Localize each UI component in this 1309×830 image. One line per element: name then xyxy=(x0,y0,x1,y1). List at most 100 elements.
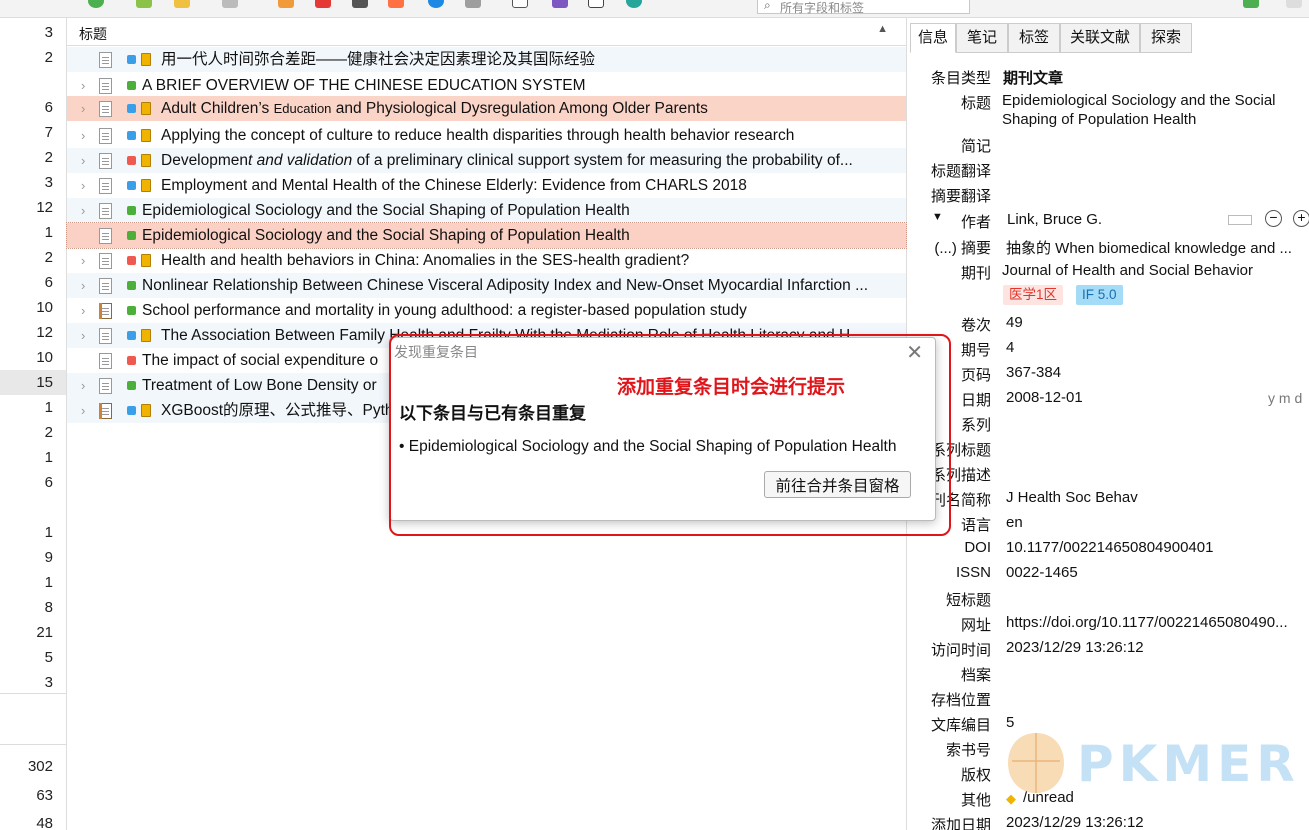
collection-count[interactable]: 302 xyxy=(0,754,53,779)
journal-article-icon xyxy=(99,178,112,194)
expand-chevron-icon[interactable]: › xyxy=(81,198,95,223)
collection-count[interactable]: 15 xyxy=(0,370,66,395)
openai-icon[interactable] xyxy=(352,0,368,8)
field-issn[interactable]: 0022-1465 xyxy=(1006,564,1306,581)
expand-chevron-icon[interactable]: › xyxy=(81,298,95,323)
tag-icon[interactable] xyxy=(512,0,528,8)
item-row[interactable]: › Nonlinear Relationship Between Chinese … xyxy=(67,273,906,298)
collection-count[interactable]: 2 xyxy=(0,245,53,270)
collection-count[interactable]: 3 xyxy=(0,170,53,195)
field-title[interactable]: Epidemiological Sociology and the Social… xyxy=(1002,91,1307,129)
collection-count[interactable]: 9 xyxy=(0,545,53,570)
tab-explore[interactable]: 探索 xyxy=(1140,23,1192,53)
tab-info[interactable]: 信息 xyxy=(910,23,956,53)
collection-count[interactable]: 8 xyxy=(0,595,53,620)
collection-count[interactable]: 21 xyxy=(0,620,53,645)
item-row[interactable]: › Applying the concept of culture to redu… xyxy=(67,123,906,148)
field-language[interactable]: en xyxy=(1006,514,1306,531)
remove-creator-icon[interactable]: − xyxy=(1265,210,1282,227)
item-row[interactable]: › Employment and Mental Health of the Chi… xyxy=(67,173,906,198)
color-tag-icon xyxy=(127,306,136,315)
collection-count[interactable]: 12 xyxy=(0,195,53,220)
new-item-icon[interactable] xyxy=(88,0,104,8)
expand-chevron-icon[interactable]: › xyxy=(81,96,95,121)
expand-chevron-icon[interactable]: › xyxy=(81,323,95,348)
collection-count[interactable] xyxy=(0,70,53,95)
column-header-title[interactable]: 标题 ▲ xyxy=(67,18,906,46)
collection-count[interactable]: 1 xyxy=(0,220,53,245)
field-doi[interactable]: 10.1177/002214650804900401 xyxy=(1006,539,1306,556)
field-issue[interactable]: 4 xyxy=(1006,339,1306,356)
sync-icon[interactable] xyxy=(428,0,444,8)
collection-count[interactable]: 3 xyxy=(0,20,53,45)
collection-count[interactable]: 12 xyxy=(0,320,53,345)
field-label-url[interactable]: 网址 xyxy=(907,614,991,635)
collection-count[interactable]: 3 xyxy=(0,670,53,695)
collection-count[interactable]: 6 xyxy=(0,470,53,495)
item-title: XGBoost的原理、公式推导、Pyth xyxy=(161,402,394,419)
search-input[interactable]: ⌕ 所有字段和标签 xyxy=(757,0,970,15)
tab-tags[interactable]: 标签 xyxy=(1008,23,1060,53)
expand-chevron-icon[interactable]: › xyxy=(81,373,95,398)
history-icon[interactable] xyxy=(588,0,604,8)
add-by-identifier-icon[interactable] xyxy=(136,0,152,8)
expand-chevron-icon[interactable]: › xyxy=(81,273,95,298)
expand-chevron-icon[interactable]: › xyxy=(81,248,95,273)
field-accessed[interactable]: 2023/12/29 13:26:12 xyxy=(1006,639,1306,656)
forward-arrow-icon[interactable] xyxy=(1243,0,1259,8)
collection-count[interactable]: 1 xyxy=(0,570,53,595)
item-row[interactable]: › Epidemiological Sociology and the Socia… xyxy=(67,198,906,223)
tab-related[interactable]: 关联文献 xyxy=(1060,23,1140,53)
item-row[interactable]: Epidemiological Sociology and the Social… xyxy=(66,222,907,249)
expand-chevron-icon[interactable]: › xyxy=(81,148,95,173)
field-volume[interactable]: 49 xyxy=(1006,314,1306,331)
collection-count[interactable]: 10 xyxy=(0,345,53,370)
add-creator-icon[interactable]: + xyxy=(1293,210,1309,227)
field-url[interactable]: https://doi.org/10.1177/00221465080490..… xyxy=(1006,614,1309,631)
collection-count[interactable]: 2 xyxy=(0,420,53,445)
field-label-abstract[interactable]: (...) 摘要 xyxy=(907,237,991,258)
field-item-type[interactable]: 期刊文章 xyxy=(1003,67,1303,88)
field-date[interactable]: 2008-12-01 xyxy=(1006,389,1206,406)
attachment-icon[interactable] xyxy=(222,0,238,8)
new-note-icon[interactable] xyxy=(174,0,190,8)
dropdown-icon[interactable] xyxy=(1286,0,1302,8)
field-journal[interactable]: Journal of Health and Social Behavior xyxy=(1002,262,1302,279)
field-library-catalog[interactable]: 5 xyxy=(1006,714,1306,731)
share-icon[interactable] xyxy=(626,0,642,8)
author-type-toggle[interactable] xyxy=(1228,215,1252,225)
item-row[interactable]: › A BRIEF OVERVIEW OF THE CHINESE EDUCATI… xyxy=(67,73,906,98)
expand-chevron-icon[interactable]: › xyxy=(81,398,95,423)
plugin-icon[interactable] xyxy=(388,0,404,8)
collection-count[interactable]: 5 xyxy=(0,645,53,670)
pdf-icon[interactable] xyxy=(315,0,331,8)
collection-count[interactable]: 1 xyxy=(0,445,53,470)
item-row[interactable]: › Health and health behaviors in China: A… xyxy=(67,248,906,273)
field-pages[interactable]: 367-384 xyxy=(1006,364,1306,381)
collection-count[interactable]: 7 xyxy=(0,120,53,145)
field-journal-abbr[interactable]: J Health Soc Behav xyxy=(1006,489,1306,506)
collection-count[interactable]: 1 xyxy=(0,520,53,545)
collection-count[interactable]: 63 xyxy=(0,783,53,808)
collection-count[interactable]: 6 xyxy=(0,95,53,120)
tab-notes[interactable]: 笔记 xyxy=(956,23,1008,53)
field-author[interactable]: Link, Bruce G. xyxy=(1007,211,1187,228)
item-row[interactable]: › Adult Children’s Education and Physiolo… xyxy=(67,96,906,121)
collection-count[interactable]: 1 xyxy=(0,395,53,420)
item-row[interactable]: › School performance and mortality in you… xyxy=(67,298,906,323)
item-row[interactable]: 用一代人时间弥合差距——健康社会决定因素理论及其国际经验 xyxy=(67,47,906,72)
collection-count[interactable]: 6 xyxy=(0,270,53,295)
expand-chevron-icon[interactable]: › xyxy=(81,123,95,148)
collection-count[interactable]: 10 xyxy=(0,295,53,320)
field-abstract[interactable]: 抽象的 When biomedical knowledge and ... xyxy=(1006,237,1306,258)
collection-count[interactable]: 2 xyxy=(0,45,53,70)
collection-count[interactable]: 48 xyxy=(0,811,53,830)
expand-chevron-icon[interactable]: › xyxy=(81,173,95,198)
pen-icon[interactable] xyxy=(552,0,568,8)
item-row[interactable]: › Development and validation of a prelimi… xyxy=(67,148,906,173)
folder-icon[interactable] xyxy=(465,0,481,8)
collection-count[interactable] xyxy=(0,495,53,520)
locate-icon[interactable] xyxy=(278,0,294,8)
collection-count[interactable]: 2 xyxy=(0,145,53,170)
expand-chevron-icon[interactable]: › xyxy=(81,73,95,98)
